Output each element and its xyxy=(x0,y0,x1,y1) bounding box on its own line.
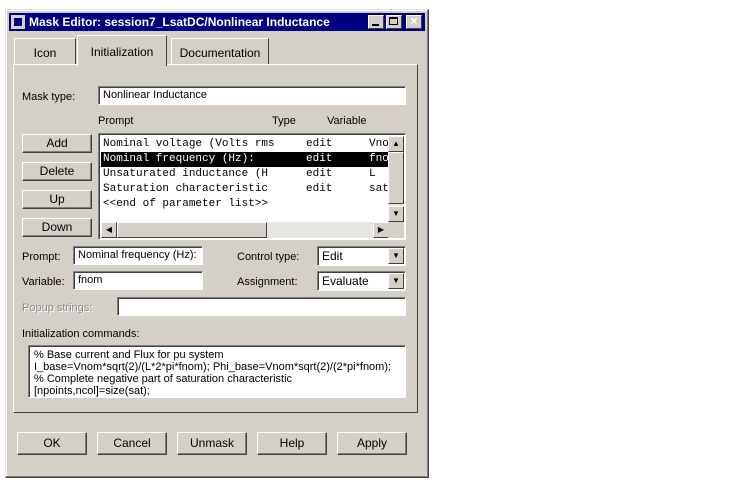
variable-input[interactable]: fnom xyxy=(73,271,203,290)
chevron-down-icon[interactable]: ▼ xyxy=(388,248,404,264)
scroll-left-arrow-icon[interactable]: ◀ xyxy=(101,222,117,238)
parameter-list[interactable]: Nominal voltage (Volts rms edit Vno Nomi… xyxy=(98,133,406,240)
list-item[interactable]: Saturation characteristic edit sat xyxy=(101,182,389,197)
popup-strings-input xyxy=(117,297,406,316)
scrollbar-corner xyxy=(388,222,404,238)
list-end-marker[interactable]: <<end of parameter list>> xyxy=(101,197,389,212)
up-button[interactable]: Up xyxy=(22,190,92,209)
param-type: edit xyxy=(306,138,333,150)
tab-initialization[interactable]: Initialization xyxy=(77,35,167,66)
prompt-input[interactable]: Nominal frequency (Hz): xyxy=(73,246,203,265)
code-line: [npoints,ncol]=size(sat); xyxy=(34,385,150,397)
list-item[interactable]: Unsaturated inductance (H edit L xyxy=(101,167,389,182)
param-prompt: Nominal frequency (Hz): xyxy=(103,153,255,165)
param-type: edit xyxy=(306,153,333,165)
param-variable: fno xyxy=(369,153,389,165)
variable-column-header: Variable xyxy=(327,115,367,127)
param-prompt: Nominal voltage (Volts rms xyxy=(103,138,275,150)
title-bar[interactable]: Mask Editor: session7_LsatDC/Nonlinear I… xyxy=(9,13,425,31)
tab-documentation[interactable]: Documentation xyxy=(171,38,269,64)
end-marker-text: <<end of parameter list>> xyxy=(103,198,269,210)
ok-button[interactable]: OK xyxy=(17,432,87,455)
param-variable: L xyxy=(369,168,376,180)
minimize-button[interactable] xyxy=(368,15,384,29)
list-item[interactable]: Nominal voltage (Volts rms edit Vno xyxy=(101,137,389,152)
prompt-column-header: Prompt xyxy=(98,115,134,127)
add-button[interactable]: Add xyxy=(22,134,92,153)
mask-type-input[interactable]: Nonlinear Inductance xyxy=(98,86,406,105)
chevron-down-icon[interactable]: ▼ xyxy=(388,273,404,289)
param-prompt: Unsaturated inductance (H xyxy=(103,168,269,180)
code-line: % Base current and Flux for pu system xyxy=(34,349,224,361)
vertical-scroll-thumb[interactable] xyxy=(388,152,404,204)
mask-type-label: Mask type: xyxy=(22,91,76,103)
window-title: Mask Editor: session7_LsatDC/Nonlinear I… xyxy=(29,15,330,29)
variable-label: Variable: xyxy=(22,276,65,288)
assignment-select[interactable]: Evaluate ▼ xyxy=(317,271,406,291)
close-button[interactable]: × xyxy=(406,14,422,29)
control-type-value: Edit xyxy=(322,249,343,263)
vertical-scrollbar[interactable]: ▲ ▼ xyxy=(388,136,404,222)
close-icon: × xyxy=(410,14,418,28)
scroll-right-arrow-icon[interactable]: ▶ xyxy=(373,222,389,238)
apply-button[interactable]: Apply xyxy=(337,432,407,455)
param-prompt: Saturation characteristic xyxy=(103,183,269,195)
delete-button[interactable]: Delete xyxy=(22,162,92,181)
assignment-value: Evaluate xyxy=(322,274,369,288)
popup-strings-label: Popup strings: xyxy=(22,302,93,314)
help-button[interactable]: Help xyxy=(257,432,327,455)
minimize-icon xyxy=(372,24,379,26)
type-column-header: Type xyxy=(272,115,296,127)
maximize-icon xyxy=(389,17,398,25)
control-type-select[interactable]: Edit ▼ xyxy=(317,246,406,266)
prompt-label: Prompt: xyxy=(22,251,61,263)
param-type: edit xyxy=(306,168,333,180)
down-button[interactable]: Down xyxy=(22,218,92,237)
tab-icon[interactable]: Icon xyxy=(14,38,76,64)
scroll-up-arrow-icon[interactable]: ▲ xyxy=(388,136,404,152)
cancel-button[interactable]: Cancel xyxy=(97,432,167,455)
init-commands-label: Initialization commands: xyxy=(22,328,140,340)
code-line: % Complete negative part of saturation c… xyxy=(34,373,293,385)
param-type: edit xyxy=(306,183,333,195)
param-variable: Vno xyxy=(369,138,389,150)
unmask-button[interactable]: Unmask xyxy=(177,432,247,455)
horizontal-scrollbar[interactable]: ◀ ▶ xyxy=(101,222,389,238)
horizontal-scroll-thumb[interactable] xyxy=(117,222,267,238)
param-variable: sat xyxy=(369,183,389,195)
matlab-app-icon xyxy=(11,15,25,29)
assignment-label: Assignment: xyxy=(237,276,298,288)
scroll-down-arrow-icon[interactable]: ▼ xyxy=(388,206,404,222)
init-commands-editor[interactable]: % Base current and Flux for pu system I_… xyxy=(28,345,406,398)
maximize-button[interactable] xyxy=(386,15,402,29)
control-type-label: Control type: xyxy=(237,251,300,263)
code-line: I_base=Vnom*sqrt(2)/(L*2*pi*fnom); Phi_b… xyxy=(34,361,392,373)
list-item-selected[interactable]: Nominal frequency (Hz): edit fno xyxy=(101,152,389,167)
